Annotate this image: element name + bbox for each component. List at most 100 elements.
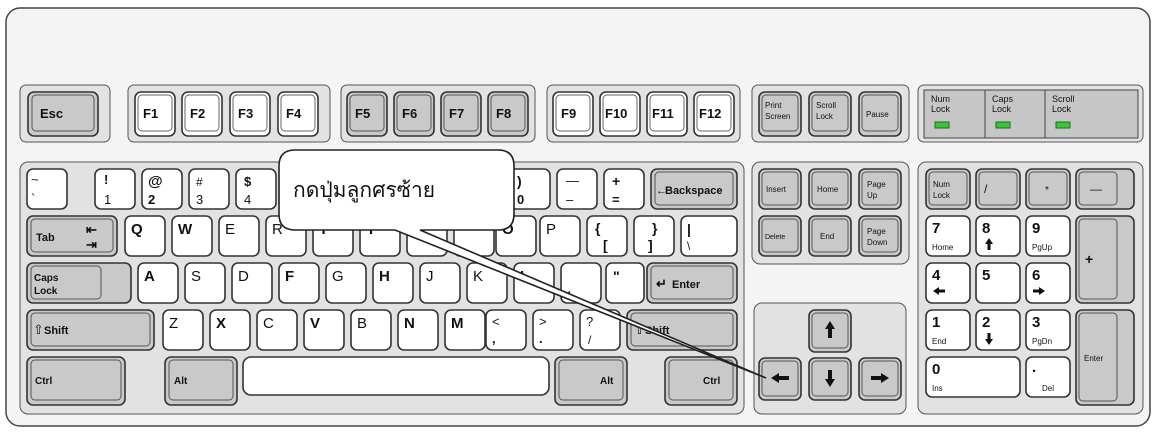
key-v[interactable]: V: [303, 309, 345, 351]
key-label: PgUp: [1032, 243, 1053, 252]
key-numpad-5[interactable]: 5: [975, 262, 1021, 304]
key-pipe[interactable]: |\: [680, 215, 738, 257]
key-0[interactable]: )0: [509, 168, 551, 210]
key-z[interactable]: Z: [162, 309, 204, 351]
key-4[interactable]: $4: [235, 168, 277, 210]
key-numpad-6[interactable]: 6: [1025, 262, 1071, 304]
key-arrow-right[interactable]: [858, 357, 902, 401]
key-f12[interactable]: F12: [693, 91, 735, 137]
key-m[interactable]: M: [444, 309, 486, 351]
key-label: Lock: [933, 191, 951, 200]
key-f3[interactable]: F3: [229, 91, 271, 137]
key-alt-left[interactable]: Alt: [164, 356, 238, 406]
key-plus[interactable]: +=: [603, 168, 645, 210]
key-left-brace[interactable]: {[: [586, 215, 628, 257]
key-ctrl-left[interactable]: Ctrl: [26, 356, 126, 406]
key-numpad-4[interactable]: 4: [925, 262, 971, 304]
key-quote[interactable]: ": [605, 262, 645, 304]
key-insert[interactable]: Insert: [758, 168, 802, 210]
key-home[interactable]: Home: [808, 168, 852, 210]
key-tilde[interactable]: ~`: [26, 168, 68, 210]
key-numpad-9[interactable]: 9 PgUp: [1025, 215, 1071, 257]
key-q[interactable]: Q: [124, 215, 166, 257]
key-page-up[interactable]: Page Up: [858, 168, 902, 210]
key-h[interactable]: H: [372, 262, 414, 304]
key-numpad-star[interactable]: *: [1025, 168, 1071, 210]
key-arrow-down[interactable]: [808, 357, 852, 401]
key-c[interactable]: C: [256, 309, 298, 351]
key-f10[interactable]: F10: [599, 91, 641, 137]
key-ctrl-right[interactable]: Ctrl: [664, 356, 738, 406]
key-f9[interactable]: F9: [552, 91, 594, 137]
key-label: J: [426, 268, 434, 285]
key-f4[interactable]: F4: [277, 91, 319, 137]
key-w[interactable]: W: [171, 215, 213, 257]
key-page-down[interactable]: Page Down: [858, 215, 902, 257]
key-tab[interactable]: Tab ⇤⇥: [26, 215, 118, 257]
key-period[interactable]: >.: [532, 309, 574, 351]
key-f5[interactable]: F5: [346, 91, 388, 137]
key-backspace[interactable]: ←Backspace: [650, 168, 738, 210]
key-arrow-up[interactable]: [808, 309, 852, 353]
key-caps-lock[interactable]: Caps Lock: [26, 262, 132, 304]
key-numpad-1[interactable]: 1 End: [925, 309, 971, 351]
key-n[interactable]: N: [397, 309, 439, 351]
key-g[interactable]: G: [325, 262, 367, 304]
key-j[interactable]: J: [419, 262, 461, 304]
key-f6[interactable]: F6: [393, 91, 435, 137]
key-label: H: [379, 268, 390, 285]
key-label: G: [332, 268, 344, 285]
key-b[interactable]: B: [350, 309, 392, 351]
key-print-screen[interactable]: Print Screen: [758, 91, 802, 137]
key-s[interactable]: S: [184, 262, 226, 304]
key-shift-left[interactable]: ⇧ Shift: [26, 309, 155, 351]
key-p[interactable]: P: [539, 215, 581, 257]
key-label: V: [310, 315, 320, 332]
key-num-lock[interactable]: Num Lock: [925, 168, 971, 210]
key-label: Shift: [44, 325, 69, 337]
key-f11[interactable]: F11: [646, 91, 688, 137]
key-f[interactable]: F: [278, 262, 320, 304]
key-enter[interactable]: ↵ Enter: [646, 262, 738, 304]
key-label: {: [595, 220, 601, 236]
key-delete[interactable]: Delete: [758, 215, 802, 257]
key-1[interactable]: !1: [94, 168, 136, 210]
key-label: Delete: [765, 234, 785, 241]
key-numpad-3[interactable]: 3 PgDn: [1025, 309, 1071, 351]
key-2[interactable]: @2: [141, 168, 183, 210]
key-label: $: [244, 174, 252, 189]
key-minus[interactable]: —–: [556, 168, 598, 210]
key-arrow-left[interactable]: [758, 357, 802, 401]
key-label: Ctrl: [35, 376, 52, 387]
key-numpad-plus[interactable]: +: [1075, 215, 1135, 304]
key-x[interactable]: X: [209, 309, 251, 351]
key-spacebar[interactable]: [242, 356, 550, 396]
key-label: C: [263, 315, 274, 332]
key-scroll-lock[interactable]: Scroll Lock: [808, 91, 852, 137]
key-numpad-slash[interactable]: /: [975, 168, 1021, 210]
key-f1[interactable]: F1: [134, 91, 176, 137]
key-3[interactable]: #3: [188, 168, 230, 210]
key-a[interactable]: A: [137, 262, 179, 304]
key-right-brace[interactable]: }]: [633, 215, 675, 257]
key-numpad-2[interactable]: 2: [975, 309, 1021, 351]
key-f7[interactable]: F7: [440, 91, 482, 137]
key-esc[interactable]: Esc: [27, 91, 99, 137]
key-numpad-dot[interactable]: . Del: [1025, 356, 1071, 398]
key-e[interactable]: E: [218, 215, 260, 257]
key-numpad-minus[interactable]: —: [1075, 168, 1135, 210]
key-pause[interactable]: Pause: [858, 91, 902, 137]
key-label: F4: [286, 106, 302, 121]
key-label: Tab: [36, 232, 55, 244]
key-numpad-7[interactable]: 7 Home: [925, 215, 971, 257]
key-label: +: [612, 173, 620, 189]
key-alt-right[interactable]: Alt: [554, 356, 628, 406]
key-numpad-enter[interactable]: Enter: [1075, 309, 1135, 406]
key-end[interactable]: End: [808, 215, 852, 257]
key-comma[interactable]: <,: [485, 309, 527, 351]
key-d[interactable]: D: [231, 262, 273, 304]
key-numpad-0[interactable]: 0 Ins: [925, 356, 1021, 398]
key-f2[interactable]: F2: [181, 91, 223, 137]
key-f8[interactable]: F8: [487, 91, 529, 137]
key-numpad-8[interactable]: 8: [975, 215, 1021, 257]
